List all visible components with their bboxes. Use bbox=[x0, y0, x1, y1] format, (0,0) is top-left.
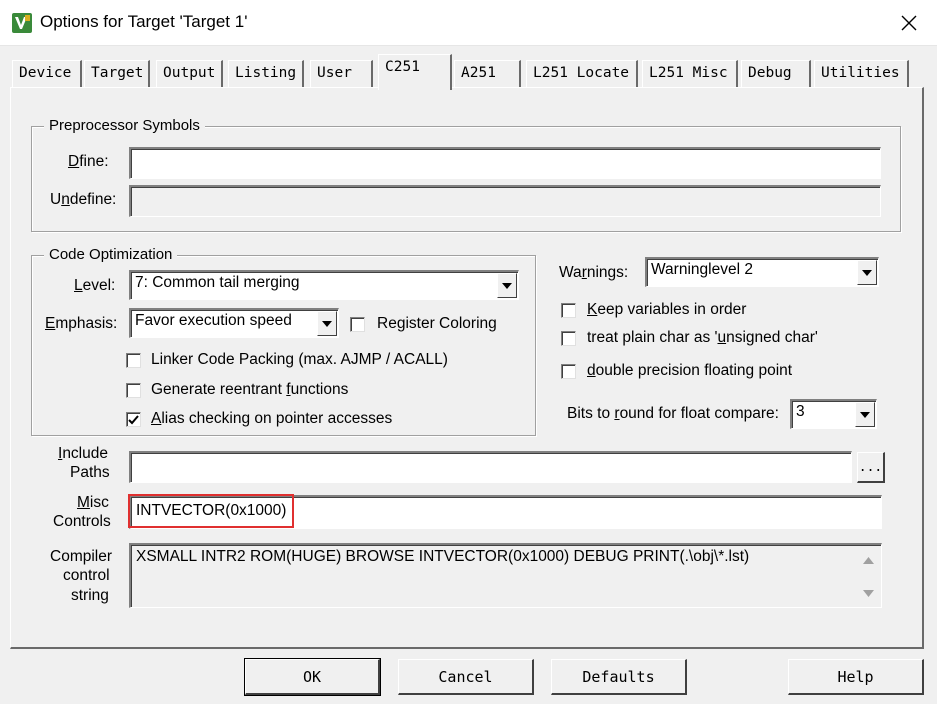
chevron-down-icon bbox=[322, 320, 332, 327]
include-paths-label-1: Include bbox=[58, 445, 108, 462]
c251-panel: Preprocessor Symbols Dfine: Undefine: Co… bbox=[10, 87, 924, 649]
plain-char-checkbox[interactable] bbox=[561, 331, 576, 346]
undefine-label: Undefine: bbox=[50, 191, 117, 208]
tab-l251-locate[interactable]: L251 Locate bbox=[526, 60, 638, 88]
misc-controls-label-2: Controls bbox=[53, 513, 111, 530]
level-label: Level: bbox=[74, 277, 116, 294]
alias-checking-checkbox[interactable] bbox=[126, 412, 141, 427]
close-button[interactable] bbox=[881, 0, 937, 46]
define-label: Dfine: bbox=[68, 153, 109, 170]
level-select[interactable]: 7: Common tail merging bbox=[129, 270, 519, 300]
compiler-control-string: XSMALL INTR2 ROM(HUGE) BROWSE INTVECTOR(… bbox=[129, 543, 882, 608]
tab-strip: Device Target Output Listing User C251 A… bbox=[0, 54, 937, 90]
tab-device[interactable]: Device bbox=[12, 60, 82, 88]
warnings-select[interactable]: Warninglevel 2 bbox=[645, 257, 879, 287]
include-paths-browse-button[interactable]: ... bbox=[857, 452, 885, 483]
compiler-string-scrollbar[interactable] bbox=[857, 547, 879, 605]
defaults-button[interactable]: Defaults bbox=[551, 659, 687, 695]
plain-char-label: treat plain char as 'unsigned char' bbox=[587, 329, 818, 346]
window-title: Options for Target 'Target 1' bbox=[40, 12, 248, 31]
define-input[interactable] bbox=[129, 147, 881, 179]
ok-button[interactable]: OK bbox=[244, 658, 381, 696]
undefine-input[interactable] bbox=[129, 185, 881, 217]
register-coloring-label: Register Coloring bbox=[377, 315, 497, 332]
keil-uvision-icon bbox=[12, 13, 32, 33]
bits-round-value: 3 bbox=[796, 403, 805, 420]
include-paths-input[interactable] bbox=[129, 451, 852, 483]
warnings-label: Warnings: bbox=[559, 264, 629, 281]
checkmark-icon bbox=[128, 414, 139, 424]
scroll-up-icon[interactable] bbox=[863, 557, 874, 564]
cancel-button[interactable]: Cancel bbox=[398, 659, 534, 695]
compiler-string-label-2: control bbox=[63, 567, 110, 584]
tab-user[interactable]: User bbox=[310, 60, 373, 88]
warnings-dropdown-button[interactable] bbox=[857, 260, 877, 285]
warnings-value: Warninglevel 2 bbox=[651, 261, 753, 278]
double-precision-checkbox[interactable] bbox=[561, 364, 576, 379]
tab-listing[interactable]: Listing bbox=[228, 60, 304, 88]
tab-debug[interactable]: Debug bbox=[741, 60, 811, 88]
tab-c251[interactable]: C251 bbox=[378, 54, 452, 90]
title-bar: Options for Target 'Target 1' bbox=[0, 0, 937, 46]
optimization-legend: Code Optimization bbox=[44, 246, 178, 263]
alias-checking-label: Alias checking on pointer accesses bbox=[151, 410, 393, 427]
tab-a251[interactable]: A251 bbox=[454, 60, 521, 88]
register-coloring-checkbox[interactable] bbox=[350, 317, 365, 332]
bits-round-dropdown-button[interactable] bbox=[855, 402, 875, 427]
linker-packing-label: Linker Code Packing (max. AJMP / ACALL) bbox=[151, 351, 448, 368]
help-button[interactable]: Help bbox=[788, 659, 924, 695]
compiler-string-label-1: Compiler bbox=[50, 548, 113, 565]
preprocessor-group: Preprocessor Symbols Dfine: Undefine: bbox=[31, 117, 901, 232]
code-optimization-group: Code Optimization Level: 7: Common tail … bbox=[31, 246, 536, 436]
misc-controls-label-1: Misc bbox=[77, 494, 109, 511]
double-precision-label: double precision floating point bbox=[587, 362, 793, 379]
emphasis-value: Favor execution speed bbox=[135, 312, 292, 329]
reentrant-label: Generate reentrant functions bbox=[151, 381, 349, 398]
level-dropdown-button[interactable] bbox=[497, 273, 517, 298]
emphasis-dropdown-button[interactable] bbox=[317, 311, 337, 336]
bits-round-label: Bits to round for float compare: bbox=[567, 405, 779, 422]
include-paths-label-2: Paths bbox=[70, 464, 110, 481]
misc-controls-highlight bbox=[128, 494, 294, 528]
chevron-down-icon bbox=[502, 282, 512, 289]
tab-l251-misc[interactable]: L251 Misc bbox=[642, 60, 738, 88]
scroll-down-icon[interactable] bbox=[863, 590, 874, 597]
keep-variables-label: Keep variables in order bbox=[587, 301, 747, 318]
preprocessor-legend: Preprocessor Symbols bbox=[44, 117, 205, 134]
level-value: 7: Common tail merging bbox=[135, 274, 300, 291]
emphasis-select[interactable]: Favor execution speed bbox=[129, 308, 339, 338]
reentrant-checkbox[interactable] bbox=[126, 383, 141, 398]
emphasis-label: Emphasis: bbox=[45, 315, 118, 332]
compiler-control-string-text: XSMALL INTR2 ROM(HUGE) BROWSE INTVECTOR(… bbox=[136, 548, 750, 565]
linker-packing-checkbox[interactable] bbox=[126, 353, 141, 368]
tab-output[interactable]: Output bbox=[156, 60, 223, 88]
keep-variables-checkbox[interactable] bbox=[561, 303, 576, 318]
bits-round-select[interactable]: 3 bbox=[790, 399, 877, 429]
chevron-down-icon bbox=[860, 411, 870, 418]
tab-utilities[interactable]: Utilities bbox=[814, 60, 909, 88]
chevron-down-icon bbox=[862, 269, 872, 276]
tab-target[interactable]: Target bbox=[84, 60, 150, 88]
close-icon bbox=[901, 15, 917, 31]
compiler-string-label-3: string bbox=[71, 587, 109, 604]
